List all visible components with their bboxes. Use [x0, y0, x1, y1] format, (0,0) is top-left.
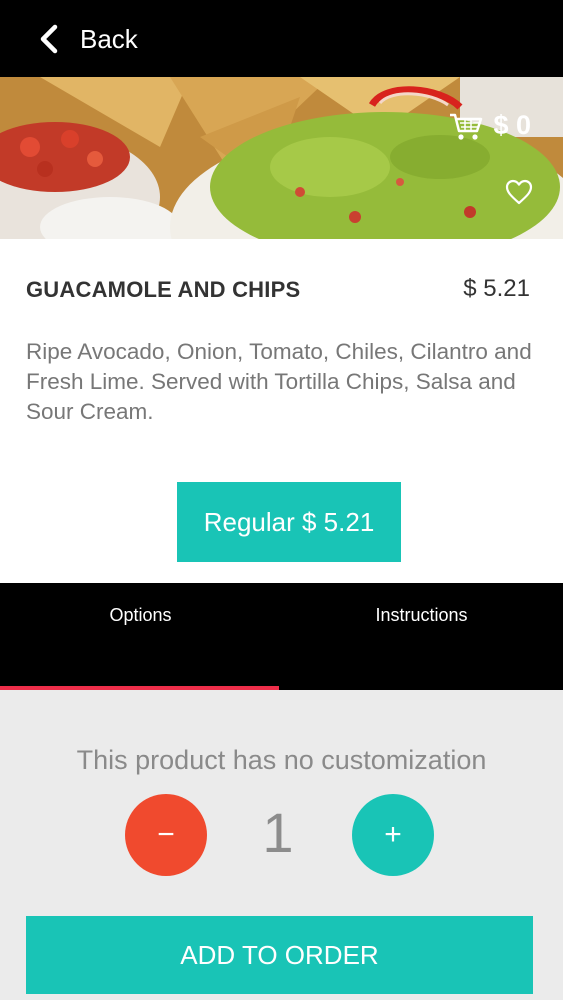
product-description: Ripe Avocado, Onion, Tomato, Chiles, Cil…: [26, 339, 532, 424]
tab-instructions-label: Instructions: [375, 605, 468, 625]
product-details: GUACAMOLE AND CHIPS $ 5.21 Ripe Avocado,…: [0, 239, 563, 583]
product-photo: [0, 77, 563, 239]
tab-options-label: Options: [109, 605, 172, 625]
shopping-cart-icon: [450, 113, 483, 140]
chevron-left-icon: [40, 24, 58, 54]
decrement-quantity-button[interactable]: −: [125, 794, 207, 876]
increment-quantity-button[interactable]: +: [352, 794, 434, 876]
cart-button[interactable]: $ 0: [449, 110, 531, 141]
active-tab-indicator: [0, 686, 279, 690]
quantity-value: 1: [262, 801, 294, 864]
add-to-order-button[interactable]: ADD TO ORDER: [26, 916, 533, 994]
tab-options[interactable]: Options: [0, 583, 281, 690]
product-price: $ 5.21: [463, 275, 530, 302]
variant-regular-button[interactable]: Regular $ 5.21: [177, 482, 401, 562]
top-bar: Back: [0, 0, 563, 77]
product-image: [0, 77, 563, 239]
back-label: Back: [80, 23, 138, 54]
back-button[interactable]: Back: [38, 20, 138, 58]
tab-bar: Options Instructions: [0, 583, 563, 690]
product-name: GUACAMOLE AND CHIPS: [26, 277, 301, 302]
tab-instructions[interactable]: Instructions: [281, 583, 562, 690]
cart-total: $ 0: [493, 110, 531, 140]
heart-outline-icon[interactable]: [505, 179, 533, 205]
no-customization-message: This product has no customization: [76, 745, 487, 775]
